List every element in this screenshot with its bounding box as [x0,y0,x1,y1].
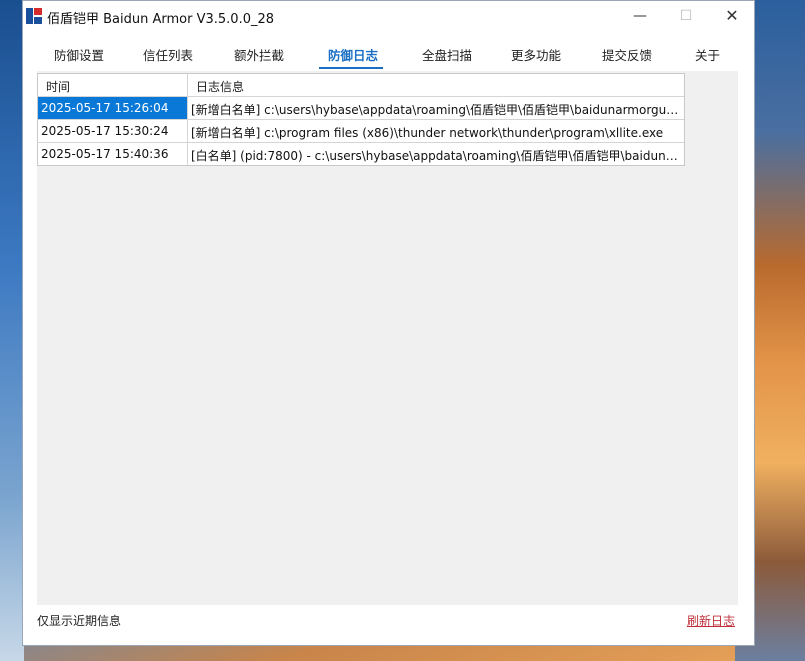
active-tab-indicator [319,67,383,69]
tab-about[interactable]: 关于 [695,45,720,64]
minimize-button[interactable]: — [617,1,663,31]
tab-trust-list[interactable]: 信任列表 [143,45,193,64]
window-title: 佰盾铠甲 Baidun Armor V3.5.0.0_28 [47,12,275,27]
table-header: 时间 日志信息 [38,74,684,97]
table-row[interactable]: 2025-05-17 15:40:36 [白名单] (pid:7800) - c… [38,143,684,165]
column-header-time-label: 时间 [46,80,71,94]
cell-message: [白名单] (pid:7800) - c:\users\hybase\appda… [188,143,682,165]
close-button[interactable]: ✕ [709,1,755,31]
maximize-button[interactable]: ☐ [663,1,709,31]
tab-full-scan[interactable]: 全盘扫描 [422,45,472,64]
tab-defense-log[interactable]: 防御日志 [328,45,378,64]
column-header-message[interactable]: 日志信息 [188,74,682,96]
app-window: 佰盾铠甲 Baidun Armor V3.5.0.0_28 — ☐ ✕ 防御设置… [22,0,755,646]
tab-defense-settings[interactable]: 防御设置 [54,45,104,64]
cell-message: [新增白名单] c:\program files (x86)\thunder n… [188,120,682,142]
cell-message-text: [白名单] (pid:7800) - c:\users\hybase\appda… [191,149,679,163]
refresh-log-link[interactable]: 刷新日志 [687,612,735,629]
cell-message: [新增白名单] c:\users\hybase\appdata\roaming\… [188,97,682,119]
recent-info-note: 仅显示近期信息 [37,614,122,628]
tab-bar: 防御设置 信任列表 额外拦截 防御日志 全盘扫描 更多功能 提交反馈 关于 [23,33,754,71]
tab-more-features[interactable]: 更多功能 [511,45,561,64]
title-bar[interactable]: 佰盾铠甲 Baidun Armor V3.5.0.0_28 — ☐ ✕ [23,1,754,33]
cell-message-text: [新增白名单] c:\users\hybase\appdata\roaming\… [191,103,679,117]
log-panel: 时间 日志信息 2025-05-17 15:26:04 [新增白名单] c:\u… [37,71,738,605]
column-header-message-label: 日志信息 [196,80,245,94]
table-row[interactable]: 2025-05-17 15:26:04 [新增白名单] c:\users\hyb… [38,97,684,120]
cell-time-text: 2025-05-17 15:30:24 [41,124,169,138]
cell-time-text: 2025-05-17 15:26:04 [41,101,169,115]
tab-extra-intercept[interactable]: 额外拦截 [234,45,284,64]
desktop-wallpaper-left [0,0,24,661]
cell-message-text: [新增白名单] c:\program files (x86)\thunder n… [191,126,664,140]
log-table[interactable]: 时间 日志信息 2025-05-17 15:26:04 [新增白名单] c:\u… [37,73,685,166]
tab-submit-feedback[interactable]: 提交反馈 [602,45,652,64]
cell-time: 2025-05-17 15:26:04 [38,97,188,119]
table-row[interactable]: 2025-05-17 15:30:24 [新增白名单] c:\program f… [38,120,684,143]
column-header-time[interactable]: 时间 [38,74,188,96]
cell-time-text: 2025-05-17 15:40:36 [41,147,169,161]
app-logo-icon [26,8,42,24]
cell-time: 2025-05-17 15:40:36 [38,143,188,165]
cell-time: 2025-05-17 15:30:24 [38,120,188,142]
